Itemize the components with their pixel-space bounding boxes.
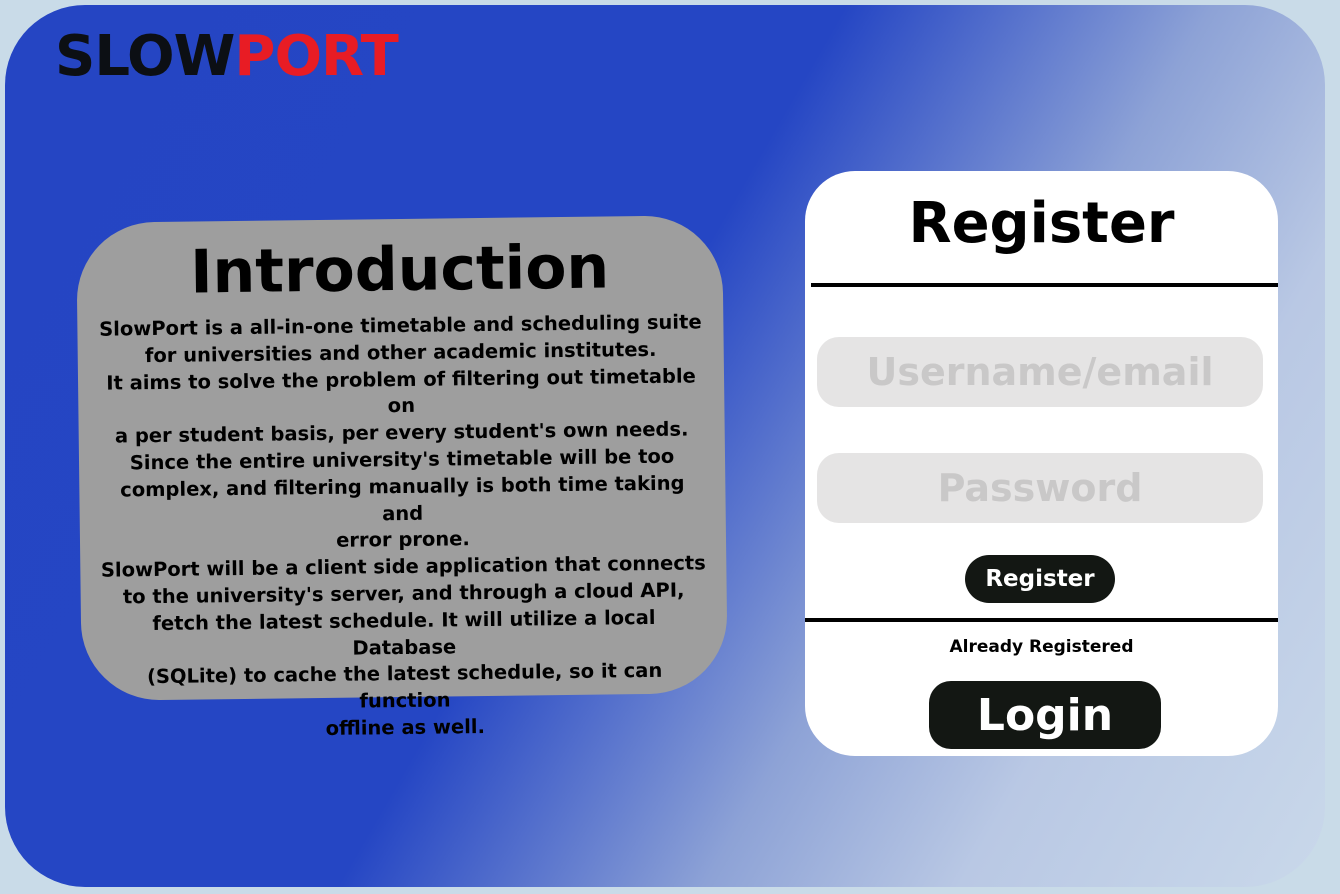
username-email-input[interactable]: Username/email (817, 337, 1263, 407)
login-button[interactable]: Login (929, 681, 1161, 749)
username-email-placeholder: Username/email (866, 350, 1214, 394)
register-button[interactable]: Register (965, 555, 1115, 603)
introduction-panel: Introduction SlowPort is a all-in-one ti… (76, 215, 728, 740)
introduction-title: Introduction (189, 232, 610, 308)
password-input[interactable]: Password (817, 453, 1263, 523)
brand-logo-part-2: PORT (234, 24, 398, 89)
app-frame: SLOWPORT Introduction SlowPort is a all-… (5, 5, 1325, 887)
introduction-text: SlowPort is a all-in-one timetable and s… (99, 310, 706, 740)
register-card: Register Username/email Password Registe… (805, 171, 1278, 756)
already-registered-label: Already Registered (949, 637, 1134, 657)
password-placeholder: Password (937, 466, 1143, 510)
register-title: Register (908, 191, 1175, 256)
title-divider (811, 283, 1278, 287)
brand-logo: SLOWPORT (55, 29, 399, 85)
brand-logo-part-1: SLOW (55, 24, 235, 89)
section-divider (805, 618, 1278, 622)
